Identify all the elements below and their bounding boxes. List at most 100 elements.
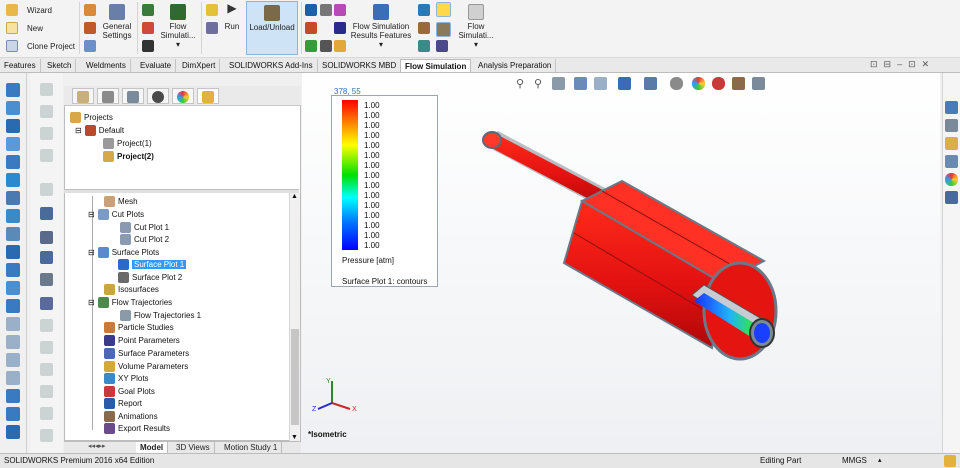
zoom-to-fit-icon[interactable]: ⚲	[516, 77, 529, 90]
tool-icon-c[interactable]	[40, 127, 53, 140]
scroll-thumb[interactable]	[291, 329, 299, 425]
tool-icon-10[interactable]	[6, 245, 20, 259]
tool-icon-4[interactable]	[6, 137, 20, 151]
design-library-icon[interactable]	[945, 119, 958, 132]
tool-icon-p[interactable]	[40, 429, 53, 442]
tool-icon-11[interactable]	[6, 263, 20, 277]
lightbulb-icon[interactable]	[436, 2, 451, 17]
hide-show-items-icon[interactable]	[670, 77, 683, 90]
tab-display-manager[interactable]	[172, 88, 194, 104]
appearances-icon[interactable]	[945, 173, 958, 186]
tree-node-xy-plots[interactable]: XY Plots	[104, 373, 149, 384]
flow-simulation-dropdown-2[interactable]: Flow Simulati... ▾	[456, 4, 496, 49]
pressure-legend[interactable]: 378, 55 Pressure [atm] Surface Plot 1: c…	[331, 87, 438, 287]
tool-icon-18[interactable]	[6, 389, 20, 403]
tool-icon-1[interactable]	[6, 83, 20, 97]
tab-configuration-manager[interactable]	[122, 88, 144, 104]
general-settings-button[interactable]: General Settings	[100, 4, 134, 40]
tab-flow-simulation[interactable]: Flow Simulation	[400, 59, 472, 72]
tab-property-manager[interactable]	[97, 88, 119, 104]
tool-icon-n[interactable]	[40, 385, 53, 398]
results-tool-2-icon[interactable]	[305, 22, 317, 34]
tool-icon-m[interactable]	[40, 363, 53, 376]
tree-node-isosurfaces[interactable]: Isosurfaces	[104, 284, 159, 295]
tool-d-icon[interactable]	[436, 22, 451, 37]
units-dropdown-icon[interactable]: ▴	[878, 454, 882, 468]
project-settings-icon[interactable]	[84, 22, 96, 34]
tool-a-icon[interactable]	[418, 4, 430, 16]
tab-dimxpert[interactable]: DimXpert	[178, 59, 221, 72]
results-tool-3-icon[interactable]	[305, 40, 317, 52]
tool-c-icon[interactable]	[418, 40, 430, 52]
tree-node-cut-plot-1[interactable]: Cut Plot 1	[120, 222, 169, 233]
tree-node-animations[interactable]: Animations	[104, 411, 158, 422]
tree-node-goal-plots[interactable]: Goal Plots	[104, 386, 155, 397]
tool-icon-3[interactable]	[6, 119, 20, 133]
section-view-icon[interactable]	[574, 77, 587, 90]
tree-node-cut-plot-2[interactable]: Cut Plot 2	[120, 234, 169, 245]
tree-node-flow-trajectories-1[interactable]: Flow Trajectories 1	[120, 310, 201, 321]
tool-icon-i[interactable]	[40, 273, 53, 286]
tab-dimxpert-manager[interactable]	[147, 88, 169, 104]
tool-icon-b[interactable]	[40, 105, 53, 118]
tool-icon-k[interactable]	[40, 319, 53, 332]
run-button[interactable]: ▶ Run	[222, 2, 242, 31]
tool-icon-13[interactable]	[6, 299, 20, 313]
view-palette-icon[interactable]	[945, 155, 958, 168]
tree-node-mesh[interactable]: Mesh	[104, 196, 138, 207]
tab-sketch[interactable]: Sketch	[43, 59, 77, 72]
goals-icon[interactable]	[142, 40, 154, 52]
results-tool-4-icon[interactable]	[320, 4, 332, 16]
tool-icon-16[interactable]	[6, 353, 20, 367]
tree-node-project2[interactable]: Project(2)	[103, 151, 154, 162]
tool-icon-g[interactable]	[40, 231, 53, 244]
tree-node-report[interactable]: Report	[104, 398, 142, 409]
tool-icon-h[interactable]	[40, 251, 53, 264]
project-material-icon[interactable]	[84, 40, 96, 52]
clone-project-button[interactable]: Clone Project	[6, 40, 75, 52]
units-label[interactable]: MMGS	[842, 454, 867, 468]
tool-icon-9[interactable]	[6, 227, 20, 241]
tab-weldments[interactable]: Weldments	[82, 59, 131, 72]
tree-scrollbar[interactable]: ▲ ▼	[289, 193, 300, 441]
flow-simulation-dropdown-1[interactable]: Flow Simulati... ▾	[158, 4, 198, 49]
results-tool-8-icon[interactable]	[334, 40, 346, 52]
file-explorer-icon[interactable]	[945, 137, 958, 150]
custom-properties-icon[interactable]	[945, 191, 958, 204]
wizard-button[interactable]: Wizard	[6, 4, 52, 16]
tool-icon-8[interactable]	[6, 209, 20, 223]
results-tool-1-icon[interactable]	[305, 4, 317, 16]
solver-monitor-icon[interactable]	[206, 4, 218, 16]
tree-node-export-results[interactable]: Export Results	[104, 423, 170, 434]
tree-node-surface-plots[interactable]: ⊟ Surface Plots	[88, 247, 159, 258]
tool-icon-7[interactable]	[6, 191, 20, 205]
apply-scene-icon[interactable]	[712, 77, 725, 90]
tab-evaluate[interactable]: Evaluate	[136, 59, 177, 72]
tree-node-surface-plot-1[interactable]: Surface Plot 1	[118, 259, 187, 270]
tab-feature-manager[interactable]	[72, 88, 94, 104]
tree-node-project1[interactable]: Project(1)	[103, 138, 152, 149]
tree-node-point-parameters[interactable]: Point Parameters	[104, 335, 180, 346]
tool-icon-j[interactable]	[40, 297, 53, 310]
tree-node-cut-plots[interactable]: ⊟ Cut Plots	[88, 209, 144, 220]
dynamic-annotation-icon[interactable]	[594, 77, 607, 90]
results-features-button[interactable]: Flow Simulation Results Features ▾	[350, 4, 412, 49]
tree-node-surface-plot-2[interactable]: Surface Plot 2	[118, 272, 182, 283]
tool-icon-20[interactable]	[6, 425, 20, 439]
tab-nav-arrows[interactable]: ◂◂◂▸▸	[88, 442, 106, 450]
tool-e-icon[interactable]	[436, 40, 448, 52]
tool-icon-15[interactable]	[6, 335, 20, 349]
tree-node-projects[interactable]: Projects	[70, 112, 113, 123]
tree-splitter[interactable]	[64, 189, 299, 193]
tool-icon-e[interactable]	[40, 183, 53, 196]
results-tool-5-icon[interactable]	[320, 40, 332, 52]
tree-node-default[interactable]: ⊟ Default	[75, 125, 124, 136]
load-unload-button[interactable]: Load/Unload	[246, 1, 298, 55]
tool-icon-f[interactable]	[40, 207, 53, 220]
display-style-icon[interactable]	[644, 77, 657, 90]
boundary-condition-icon[interactable]	[142, 22, 154, 34]
tool-icon-12[interactable]	[6, 281, 20, 295]
tool-icon-a[interactable]	[40, 83, 53, 96]
tool-icon-o[interactable]	[40, 407, 53, 420]
tree-node-volume-parameters[interactable]: Volume Parameters	[104, 361, 188, 372]
